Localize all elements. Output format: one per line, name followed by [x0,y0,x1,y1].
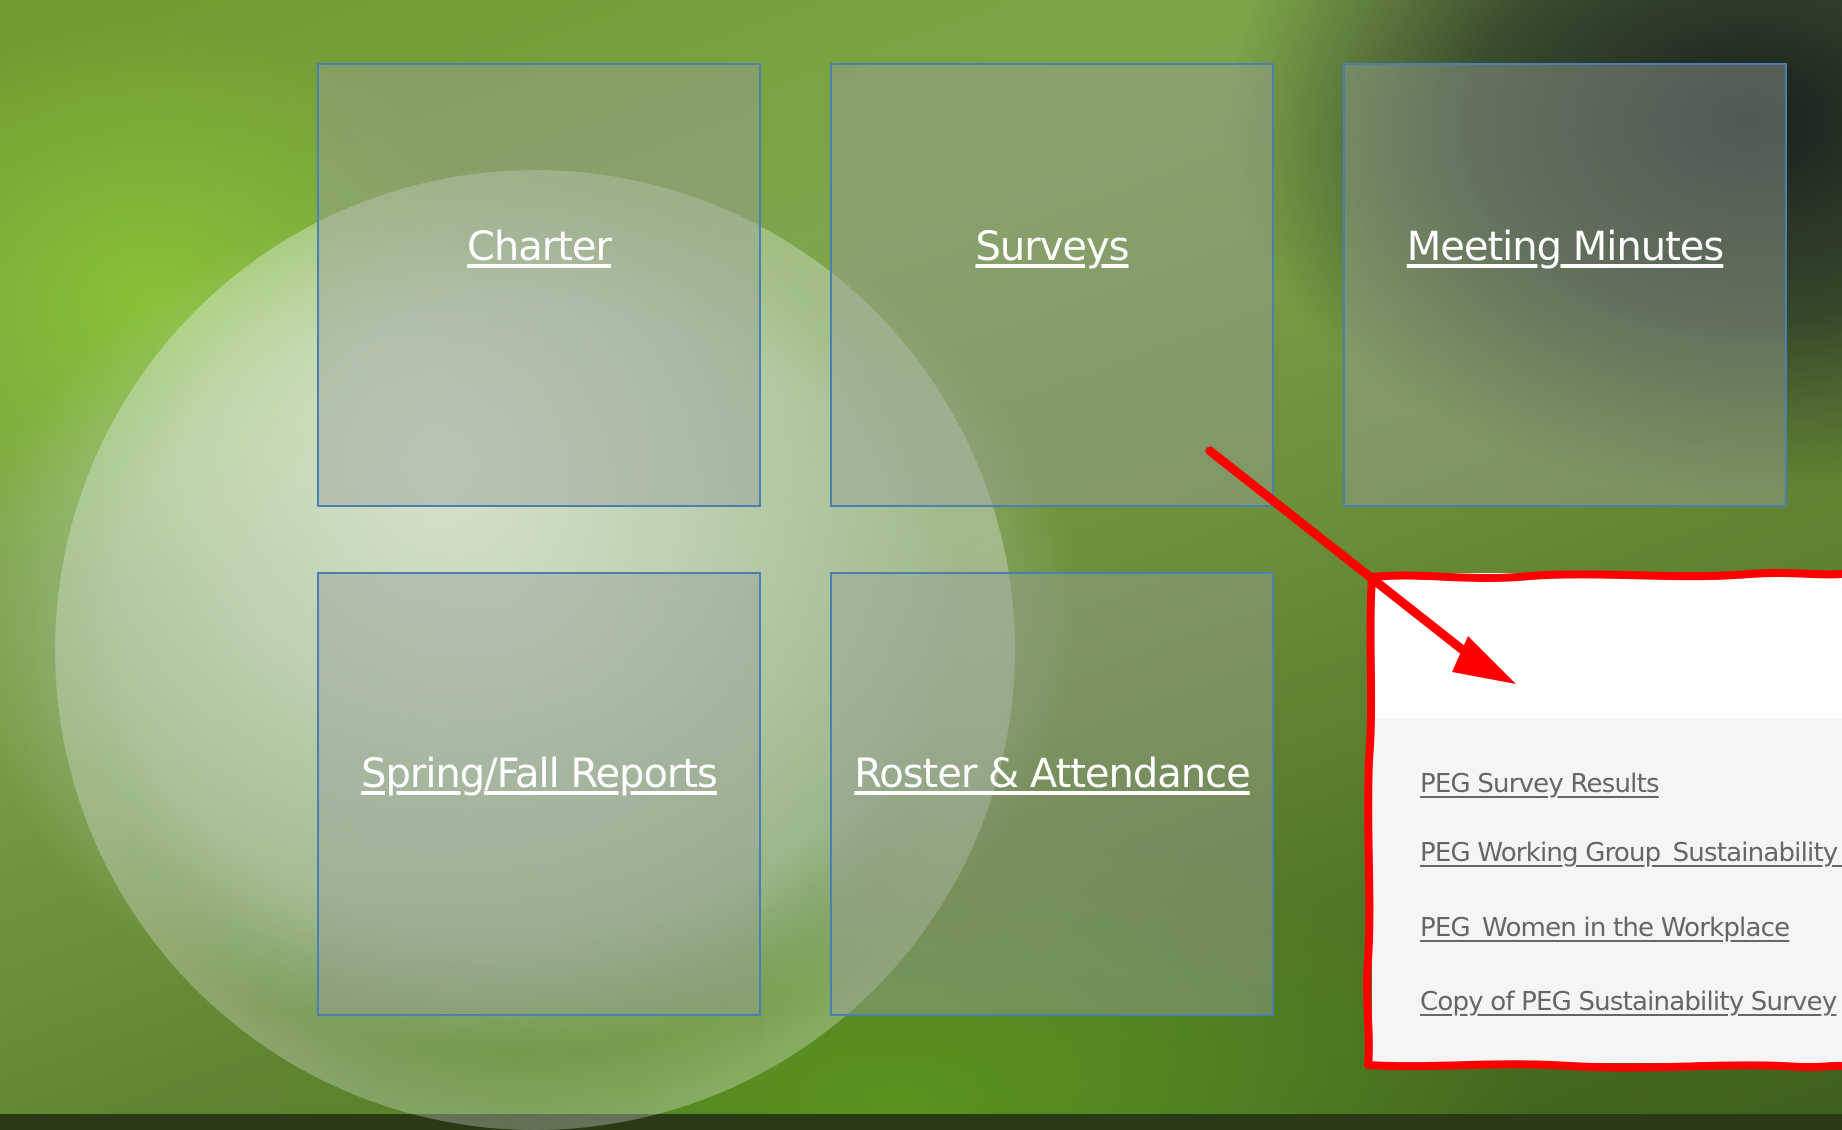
survey-link-copy-sustainability[interactable]: Copy of PEG Sustainability Survey [1420,987,1837,1017]
surveys-tile[interactable]: Surveys [830,63,1274,507]
roster-attendance-link[interactable]: Roster & Attendance [854,751,1251,797]
survey-link-working-group[interactable]: PEG Working Group_Sustainability S [1420,838,1842,868]
survey-link-results[interactable]: PEG Survey Results [1420,769,1660,799]
reports-tile[interactable]: Spring/Fall Reports [317,572,761,1016]
panel-body: PEG Survey Results PEG Working Group_Sus… [1372,718,1842,1063]
surveys-popup-panel: PEG Survey Results PEG Working Group_Sus… [1372,573,1842,1063]
panel-header [1372,573,1842,718]
survey-link-women-workplace[interactable]: PEG_Women in the Workplace [1420,913,1790,943]
meeting-minutes-tile[interactable]: Meeting Minutes [1343,63,1787,507]
reports-link[interactable]: Spring/Fall Reports [361,751,718,797]
surveys-link[interactable]: Surveys [976,224,1130,270]
roster-attendance-tile[interactable]: Roster & Attendance [830,572,1274,1016]
charter-link[interactable]: Charter [467,224,612,270]
charter-tile[interactable]: Charter [317,63,761,507]
meeting-minutes-link[interactable]: Meeting Minutes [1407,224,1724,270]
